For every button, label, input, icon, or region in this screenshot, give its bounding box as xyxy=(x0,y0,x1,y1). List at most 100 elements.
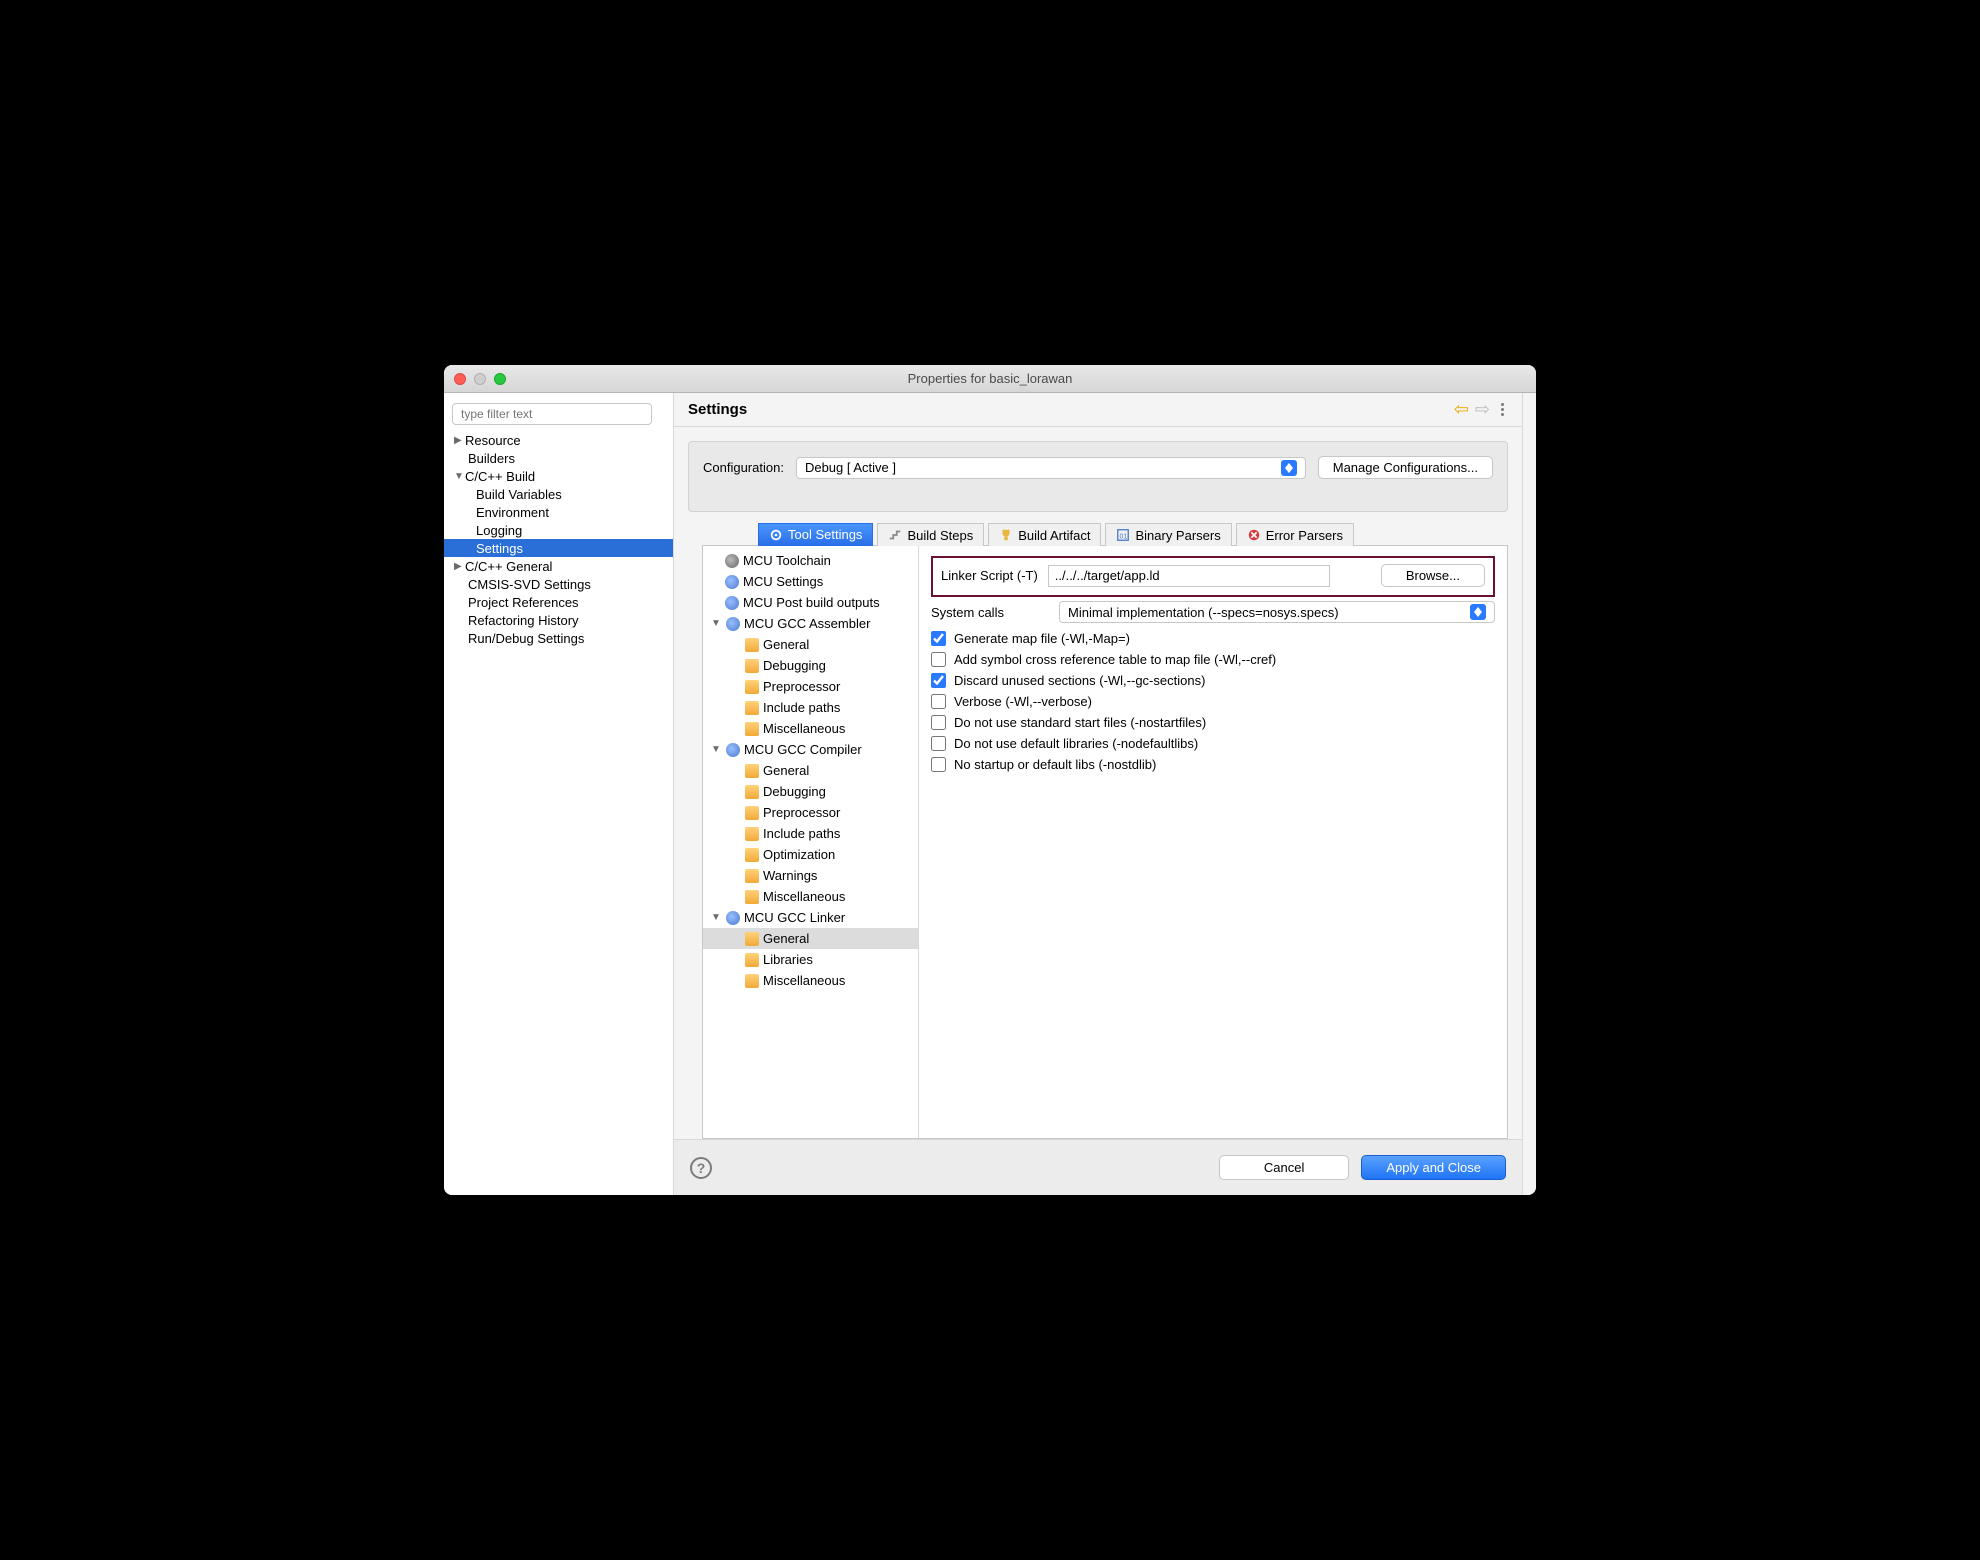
tabstrip: Tool Settings Build Steps Build Artifact… xyxy=(702,522,1508,545)
cb-map-row: Generate map file (-Wl,-Map=) xyxy=(931,631,1495,646)
back-icon[interactable]: ⇦ xyxy=(1454,399,1469,420)
cb-gc-sections[interactable] xyxy=(931,673,946,688)
cb-label: Do not use default libraries (-nodefault… xyxy=(954,736,1198,751)
settings-panel: Tool Settings Build Steps Build Artifact… xyxy=(702,522,1508,1139)
tool-c-misc[interactable]: Miscellaneous xyxy=(703,886,918,907)
tree-label: Environment xyxy=(476,505,549,520)
tree-label: Build Variables xyxy=(476,487,562,502)
tree-item-builders[interactable]: Builders xyxy=(444,449,673,467)
cb-verbose-row: Verbose (-Wl,--verbose) xyxy=(931,694,1495,709)
tree-item-cmsis[interactable]: CMSIS-SVD Settings xyxy=(444,575,673,593)
tool-l-misc[interactable]: Miscellaneous xyxy=(703,970,918,991)
tree-label: CMSIS-SVD Settings xyxy=(468,577,591,592)
tool-icon xyxy=(725,575,739,589)
folder-icon xyxy=(745,953,759,967)
view-menu-icon[interactable] xyxy=(1496,403,1508,416)
tab-tool-settings[interactable]: Tool Settings xyxy=(758,523,873,546)
tree-label: C/C++ Build xyxy=(465,469,535,484)
tool-c-opt[interactable]: Optimization xyxy=(703,844,918,865)
tool-c-debug[interactable]: Debugging xyxy=(703,781,918,802)
tool-mcu-settings[interactable]: MCU Settings xyxy=(703,571,918,592)
properties-window: Properties for basic_lorawan ▶Resource B… xyxy=(444,365,1536,1195)
tree-item-resource[interactable]: ▶Resource xyxy=(444,431,673,449)
category-tree: ▶Resource Builders ▼C/C++ Build Build Va… xyxy=(444,431,673,647)
tree-item-projrefs[interactable]: Project References xyxy=(444,593,673,611)
cb-cref[interactable] xyxy=(931,652,946,667)
tree-label: Run/Debug Settings xyxy=(468,631,584,646)
cb-label: Add symbol cross reference table to map … xyxy=(954,652,1276,667)
tool-mcu-post[interactable]: MCU Post build outputs xyxy=(703,592,918,613)
footer: ? Cancel Apply and Close xyxy=(674,1139,1522,1195)
cb-generate-map[interactable] xyxy=(931,631,946,646)
tool-l-general[interactable]: General xyxy=(703,928,918,949)
tree-item-refactor[interactable]: Refactoring History xyxy=(444,611,673,629)
help-icon[interactable]: ? xyxy=(690,1157,712,1179)
tool-l-libs[interactable]: Libraries xyxy=(703,949,918,970)
tree-item-env[interactable]: Environment xyxy=(444,503,673,521)
panel-body: MCU Toolchain MCU Settings MCU Post buil… xyxy=(702,545,1508,1139)
cancel-button[interactable]: Cancel xyxy=(1219,1155,1349,1180)
main-panel: Settings ⇦ ⇨ Configuration: Debug [ Acti… xyxy=(674,393,1522,1195)
cb-verbose[interactable] xyxy=(931,694,946,709)
tool-asm[interactable]: ▼MCU GCC Assembler xyxy=(703,613,918,634)
tool-label: MCU GCC Linker xyxy=(744,910,845,925)
tab-error-parsers[interactable]: Error Parsers xyxy=(1236,523,1354,546)
tool-asm-include[interactable]: Include paths xyxy=(703,697,918,718)
folder-icon xyxy=(745,785,759,799)
cb-nodefaultlibs[interactable] xyxy=(931,736,946,751)
cb-label: Do not use standard start files (-nostar… xyxy=(954,715,1206,730)
page-title: Settings xyxy=(688,401,747,418)
tool-asm-preproc[interactable]: Preprocessor xyxy=(703,676,918,697)
filter-input[interactable] xyxy=(452,403,652,425)
browse-button[interactable]: Browse... xyxy=(1381,564,1485,587)
main-header: Settings ⇦ ⇨ xyxy=(674,393,1522,427)
syscalls-value: Minimal implementation (--specs=nosys.sp… xyxy=(1068,605,1339,620)
gear-icon xyxy=(769,528,783,542)
tab-build-steps[interactable]: Build Steps xyxy=(877,523,984,546)
tool-label: Warnings xyxy=(763,868,817,883)
cb-nostart-row: Do not use standard start files (-nostar… xyxy=(931,715,1495,730)
steps-icon xyxy=(888,528,902,542)
tool-c-warn[interactable]: Warnings xyxy=(703,865,918,886)
tab-binary-parsers[interactable]: 01 Binary Parsers xyxy=(1105,523,1231,546)
folder-icon xyxy=(745,932,759,946)
tool-asm-general[interactable]: General xyxy=(703,634,918,655)
tool-c-general[interactable]: General xyxy=(703,760,918,781)
tool-label: Libraries xyxy=(763,952,813,967)
config-select[interactable]: Debug [ Active ] xyxy=(796,457,1306,479)
tool-asm-misc[interactable]: Miscellaneous xyxy=(703,718,918,739)
forward-icon[interactable]: ⇨ xyxy=(1475,399,1490,420)
tree-item-cppbuild[interactable]: ▼C/C++ Build xyxy=(444,467,673,485)
cb-nostdlib[interactable] xyxy=(931,757,946,772)
tree-item-rundebug[interactable]: Run/Debug Settings xyxy=(444,629,673,647)
tool-mcu-toolchain[interactable]: MCU Toolchain xyxy=(703,550,918,571)
tool-tree: MCU Toolchain MCU Settings MCU Post buil… xyxy=(703,546,919,1138)
footer-buttons: Cancel Apply and Close xyxy=(1219,1155,1506,1180)
folder-icon xyxy=(745,722,759,736)
tool-asm-debug[interactable]: Debugging xyxy=(703,655,918,676)
tree-item-settings[interactable]: Settings xyxy=(444,539,673,557)
tool-c-include[interactable]: Include paths xyxy=(703,823,918,844)
tool-linker[interactable]: ▼MCU GCC Linker xyxy=(703,907,918,928)
folder-icon xyxy=(745,827,759,841)
tool-label: Miscellaneous xyxy=(763,973,845,988)
scrollbar[interactable] xyxy=(1522,393,1536,1195)
apply-close-button[interactable]: Apply and Close xyxy=(1361,1155,1506,1180)
tool-label: Debugging xyxy=(763,658,826,673)
cb-nostartfiles[interactable] xyxy=(931,715,946,730)
linker-script-input[interactable] xyxy=(1048,565,1330,587)
tool-label: Include paths xyxy=(763,826,840,841)
tab-label: Error Parsers xyxy=(1266,528,1343,543)
tree-label: Settings xyxy=(476,541,523,556)
cb-label: Generate map file (-Wl,-Map=) xyxy=(954,631,1130,646)
tree-item-buildvars[interactable]: Build Variables xyxy=(444,485,673,503)
folder-icon xyxy=(745,638,759,652)
tree-item-logging[interactable]: Logging xyxy=(444,521,673,539)
tool-compiler[interactable]: ▼MCU GCC Compiler xyxy=(703,739,918,760)
tool-icon xyxy=(726,617,740,631)
tab-build-artifact[interactable]: Build Artifact xyxy=(988,523,1101,546)
manage-configurations-button[interactable]: Manage Configurations... xyxy=(1318,456,1493,479)
syscalls-select[interactable]: Minimal implementation (--specs=nosys.sp… xyxy=(1059,601,1495,623)
tool-c-preproc[interactable]: Preprocessor xyxy=(703,802,918,823)
tree-item-cppgeneral[interactable]: ▶C/C++ General xyxy=(444,557,673,575)
